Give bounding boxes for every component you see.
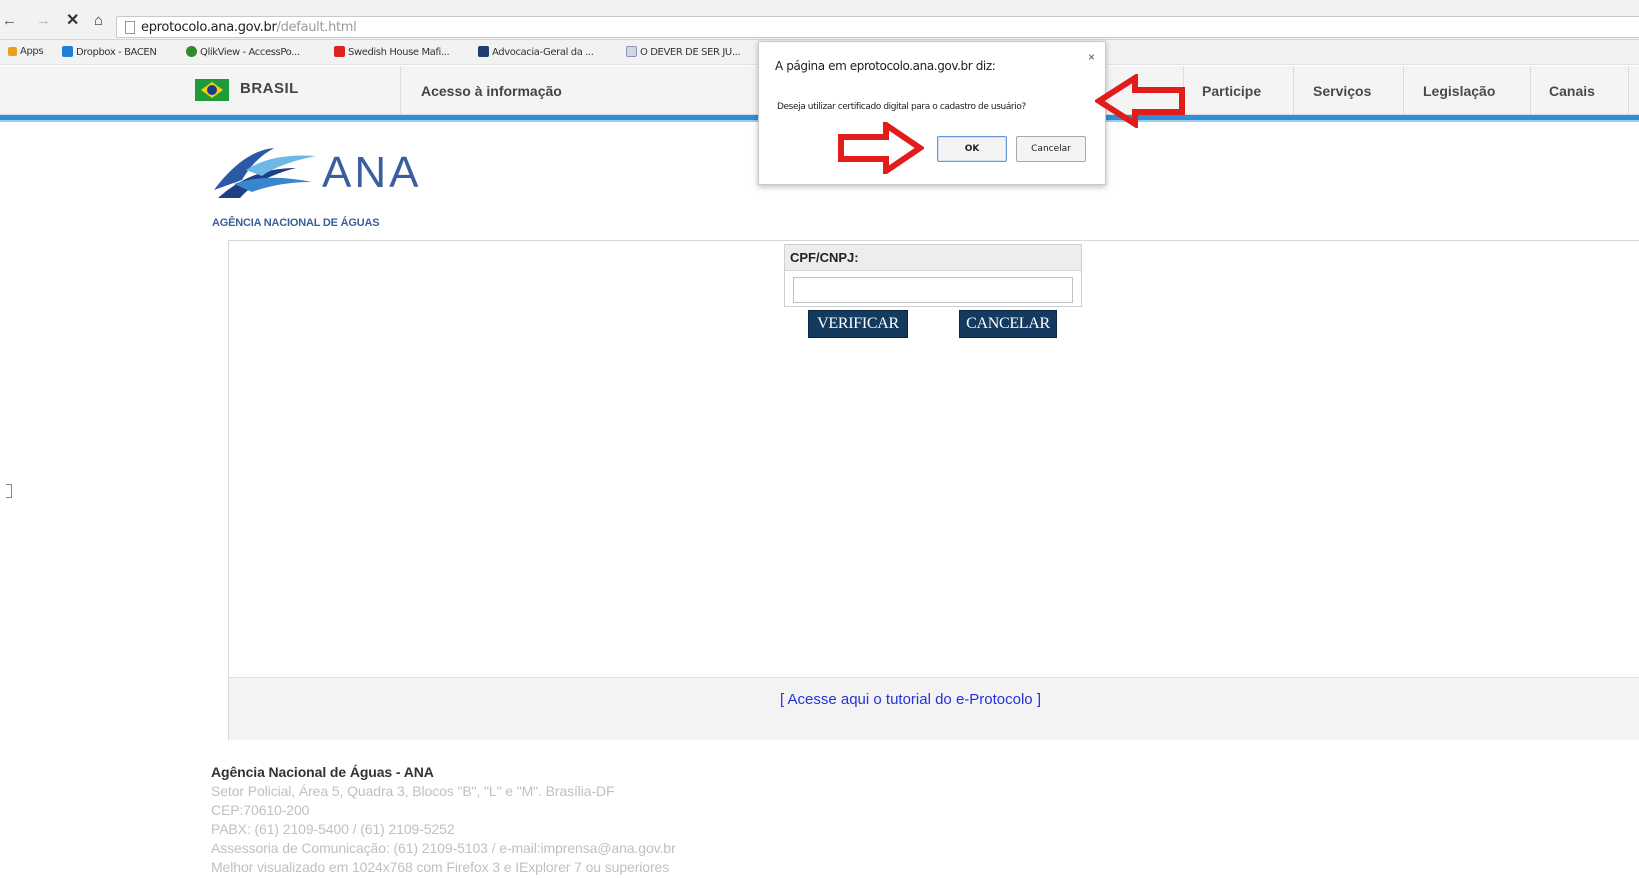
bookmark-dever[interactable]: O DEVER DE SER JU...	[626, 46, 741, 58]
dialog-title: A página em eprotocolo.ana.gov.br diz:	[775, 59, 996, 73]
footer-line: Assessoria de Comunicação: (61) 2109-510…	[211, 840, 676, 856]
verify-button[interactable]: VERIFICAR	[808, 310, 908, 338]
bookmark-label: Apps	[20, 46, 44, 57]
brasil-label: BRASIL	[240, 80, 299, 97]
nav-canais[interactable]: Canais	[1549, 83, 1595, 99]
url-field[interactable]: eprotocolo.ana.gov.br/default.html	[116, 16, 1639, 38]
access-info-link[interactable]: Acesso à informação	[421, 83, 562, 99]
qlikview-icon	[186, 46, 197, 57]
dialog-message: Deseja utilizar certificado digital para…	[777, 102, 1026, 112]
browser-address-bar: ← → ✕ ⌂ eprotocolo.ana.gov.br/default.ht…	[0, 0, 1639, 40]
cancel-button[interactable]: CANCELAR	[959, 310, 1057, 338]
stop-loading-icon[interactable]: ✕	[66, 13, 79, 29]
footer-org-name: Agência Nacional de Águas - ANA	[211, 764, 434, 780]
brasil-link[interactable]: BRASIL	[195, 79, 299, 101]
footer-line: Setor Policial, Área 5, Quadra 3, Blocos…	[211, 783, 615, 799]
confirm-dialog: A página em eprotocolo.ana.gov.br diz: ×…	[758, 41, 1106, 185]
dialog-cancel-button[interactable]: Cancelar	[1016, 136, 1086, 162]
annotation-arrow-right-icon	[838, 122, 924, 174]
youtube-icon	[334, 46, 345, 57]
page-icon	[125, 21, 135, 34]
footer-line: CEP:70610-200	[211, 802, 310, 818]
footer-address: Agência Nacional de Águas - ANA Setor Po…	[211, 763, 676, 877]
divider	[1628, 66, 1629, 115]
footer-line: Melhor visualizado em 1024x768 com Firef…	[211, 859, 670, 875]
bookmark-qlikview[interactable]: QlikView - AccessPo...	[186, 46, 300, 58]
cpf-input[interactable]	[793, 277, 1073, 303]
close-icon[interactable]: ×	[1088, 50, 1095, 64]
bookmark-agu[interactable]: Advocacia-Geral da ...	[478, 46, 594, 58]
divider	[1403, 66, 1404, 115]
tutorial-bar: [ Acesse aqui o tutorial do e-Protocolo …	[229, 677, 1639, 740]
side-marker	[6, 484, 12, 498]
url-host: eprotocolo.ana.gov.br	[141, 20, 277, 35]
home-icon[interactable]: ⌂	[94, 13, 103, 29]
divider	[1530, 66, 1531, 115]
agu-icon	[478, 46, 489, 57]
ana-logo-subtitle: AGÊNCIA NACIONAL DE ÁGUAS	[212, 217, 380, 229]
back-arrow-icon[interactable]: ←	[2, 13, 17, 29]
document-icon	[626, 46, 637, 57]
url-path: /default.html	[276, 20, 357, 35]
bookmark-dropbox[interactable]: Dropbox - BACEN	[62, 46, 157, 58]
url-text: eprotocolo.ana.gov.br/default.html	[141, 20, 357, 35]
main-content-frame: [ Acesse aqui o tutorial do e-Protocolo …	[228, 240, 1639, 740]
bookmark-label: O DEVER DE SER JU...	[640, 47, 741, 58]
annotation-arrow-left-icon	[1095, 74, 1185, 128]
divider	[1293, 66, 1294, 115]
nav-legislacao[interactable]: Legislação	[1423, 83, 1495, 99]
brazil-flag-icon	[195, 79, 229, 101]
ana-logo-text: ANA	[322, 148, 422, 197]
cpf-label: CPF/CNPJ:	[785, 245, 1081, 271]
apps-icon	[8, 47, 17, 56]
bookmark-label: QlikView - AccessPo...	[200, 47, 300, 58]
ana-logo[interactable]: ANA AGÊNCIA NACIONAL DE ÁGUAS	[212, 144, 432, 234]
tutorial-link[interactable]: [ Acesse aqui o tutorial do e-Protocolo …	[780, 691, 1041, 708]
water-wave-icon	[214, 148, 316, 198]
bookmark-label: Swedish House Mafi...	[348, 47, 450, 58]
divider	[400, 66, 401, 115]
footer-line: PABX: (61) 2109-5400 / (61) 2109-5252	[211, 821, 455, 837]
dialog-ok-button[interactable]: OK	[937, 136, 1007, 162]
cpf-form-box: CPF/CNPJ:	[784, 244, 1082, 307]
bookmark-label: Advocacia-Geral da ...	[492, 47, 594, 58]
dropbox-icon	[62, 46, 73, 57]
forward-arrow-icon[interactable]: →	[36, 13, 51, 29]
bookmark-youtube[interactable]: Swedish House Mafi...	[334, 46, 450, 58]
bookmark-apps[interactable]: Apps	[8, 46, 44, 57]
nav-participe[interactable]: Participe	[1202, 83, 1261, 99]
bookmark-label: Dropbox - BACEN	[76, 47, 157, 58]
nav-servicos[interactable]: Serviços	[1313, 83, 1371, 99]
